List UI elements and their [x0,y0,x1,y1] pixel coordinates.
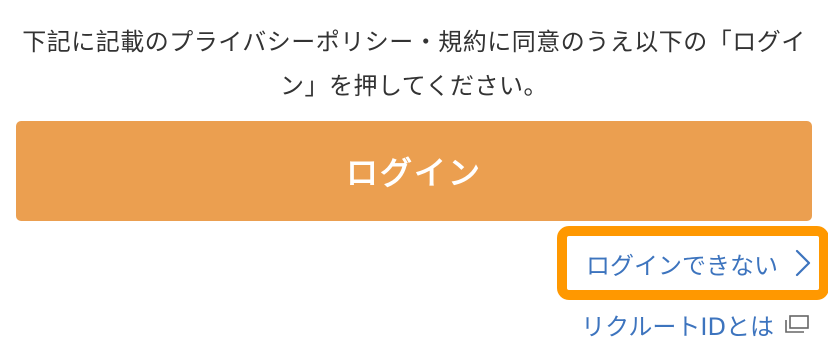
login-button[interactable]: ログイン [16,121,812,221]
cant-login-link[interactable]: ログインできない [570,236,820,290]
external-window-icon [785,315,809,333]
consent-notice-line-1: 下記に記載のプライバシーポリシー・規約に同意のうえ以下の「ログイ [22,28,806,56]
login-consent-panel: 下記に記載のプライバシーポリシー・規約に同意のうえ以下の「ログイ ン」を押してく… [0,0,828,360]
recruit-id-link[interactable]: リクルートIDとは [581,304,810,344]
cant-login-label: ログインできない [586,251,778,280]
consent-notice: 下記に記載のプライバシーポリシー・規約に同意のうえ以下の「ログイ ン」を押してく… [20,20,808,108]
chevron-right-icon [795,249,811,277]
consent-notice-line-2: ン」を押してください。 [279,72,549,100]
recruit-id-label: リクルートIDとは [581,312,774,341]
